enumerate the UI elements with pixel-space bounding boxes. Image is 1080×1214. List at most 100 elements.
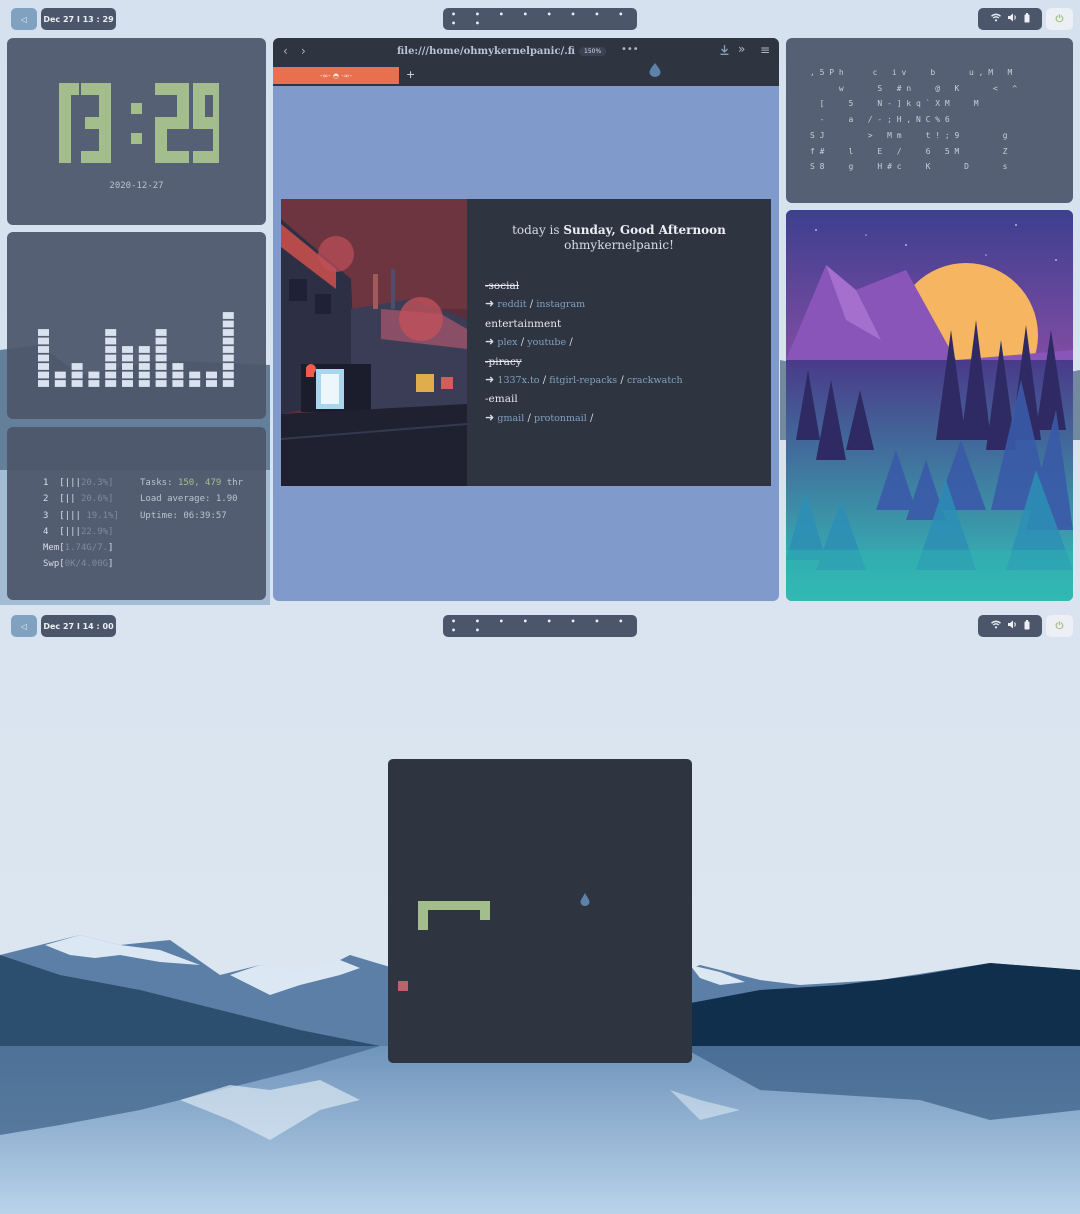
visualizer-bar (138, 346, 150, 387)
visualizer-bar (38, 329, 49, 387)
link-row: ➜ 1337x.to / fitgirl-repacks / crackwatc… (485, 373, 683, 387)
visualizer-bar (122, 346, 133, 387)
menu-icon[interactable]: ≡ (760, 44, 770, 56)
snake-board (398, 893, 590, 991)
matrix-rain-widget: , 5 P h c i v b u , M M w S # n @ K < ^ … (786, 38, 1073, 203)
visualizer-bar (54, 371, 66, 387)
tab-title: -∞- ◓ -∞- (319, 71, 353, 80)
greeting-user: ohmykernelpanic! (564, 238, 674, 252)
visualizer-bars (38, 312, 234, 387)
power-icon: ⏻ (1055, 13, 1064, 25)
download-icon[interactable] (720, 45, 729, 57)
workspace-indicator[interactable]: • • • • • • • • • • (443, 615, 637, 637)
cpu4-pct: 22.9%] (80, 526, 114, 537)
startpage-card: today is Sunday, Good Afternoon ohmykern… (281, 199, 771, 486)
date-time[interactable]: Dec 27 Ι 14 : 00 (41, 615, 116, 637)
launcher-button[interactable]: ◁ (11, 8, 37, 30)
uptime-label: Uptime: (140, 510, 178, 521)
htop-widget: 1 [|||20.3%] 2 [|| 20.6%] 3 [||| 19.1%] … (7, 427, 266, 600)
arrow-icon: ➜ (485, 410, 495, 424)
visualizer-bar (88, 371, 100, 387)
link-crackwatch[interactable]: crackwatch (627, 375, 683, 386)
overflow-icon[interactable]: » (738, 43, 745, 55)
url-bar[interactable]: file:///home/ohmykernelpanic/.firef (397, 46, 575, 57)
cpu2-num: 2 (43, 494, 49, 505)
cpu3-bar: [||| (59, 510, 81, 521)
bookmark-list: -social ➜ reddit / instagram entertainme… (485, 277, 683, 428)
tab-strip: -∞- ◓ -∞- + (273, 63, 779, 86)
arrow-icon: ➜ (485, 373, 495, 387)
wifi-icon[interactable] (990, 13, 1001, 25)
launcher-button[interactable]: ◁ (11, 615, 37, 637)
cpu2-bar: [|| (59, 494, 76, 505)
back-icon[interactable]: ‹ (283, 45, 288, 57)
link-reddit[interactable]: reddit (497, 299, 526, 310)
load-value: 1.90 (215, 494, 238, 505)
link-protonmail[interactable]: protonmail (534, 413, 587, 424)
link-youtube[interactable]: youtube (527, 337, 566, 348)
htop-meters: 1 [|||20.3%] 2 [|| 20.6%] 3 [||| 19.1%] … (43, 475, 119, 573)
threads-value: 479 (205, 478, 222, 488)
mem-label: Mem[ (43, 543, 65, 554)
forward-icon[interactable]: › (301, 45, 306, 57)
uptime-value: 06:39:57 (183, 510, 227, 521)
arrow-icon: ➜ (485, 297, 495, 311)
wifi-icon[interactable] (990, 620, 1001, 632)
workspace-indicator[interactable]: • • • • • • • • • • (443, 8, 637, 30)
browser-tab[interactable]: -∞- ◓ -∞- (273, 67, 399, 84)
mem-value: 1.74G/7. (64, 543, 109, 554)
date-time[interactable]: Dec 27 Ι 13 : 29 (41, 8, 116, 30)
system-tray[interactable] (978, 8, 1042, 30)
battery-icon[interactable] (1024, 12, 1030, 26)
link-row: ➜ reddit / instagram (485, 297, 586, 311)
browser-window: ‹ › file:///home/ohmykernelpanic/.firef … (273, 38, 779, 601)
swp-label: Swp[ (43, 559, 65, 570)
matrix-row: - a / - ; H , N C % 6 (810, 115, 950, 125)
workspace-dots: • • • • • • • • • • (451, 617, 632, 635)
greeting: today is Sunday, Good Afternoon ohmykern… (467, 223, 771, 253)
threads-label: thr (226, 478, 243, 488)
clock-digits (59, 83, 219, 163)
power-button[interactable]: ⏻ (1046, 615, 1073, 637)
matrix-row: S J > M m t ! ; 9 g (810, 130, 1008, 140)
clock-date: 2020-12-27 (109, 181, 164, 191)
system-tray[interactable] (978, 615, 1042, 637)
link-1337x[interactable]: 1337x.to (497, 375, 539, 386)
visualizer-bar (222, 312, 234, 387)
cpu4-bar: [||| (59, 526, 81, 537)
snake-game-window[interactable] (388, 759, 692, 1063)
visualizer-bar (189, 371, 201, 387)
category-title: -social (485, 280, 520, 292)
cursor-drop-icon (580, 893, 590, 906)
mem-end: ] (108, 543, 114, 554)
date-time-label: Dec 27 Ι 13 : 29 (43, 14, 114, 24)
sunset-forest-image (786, 210, 1073, 601)
date-time-label: Dec 27 Ι 14 : 00 (43, 621, 114, 631)
greeting-day: Sunday, Good Afternoon (563, 223, 726, 237)
category-title: entertainment (485, 317, 562, 330)
visualizer-bar (71, 363, 83, 387)
battery-icon[interactable] (1024, 619, 1030, 633)
launcher-icon: ◁ (20, 14, 28, 24)
zoom-level[interactable]: 150% (579, 47, 607, 56)
tasks-value: 150, (177, 478, 200, 488)
category-title: -email (485, 393, 518, 406)
new-tab-button[interactable]: + (406, 69, 415, 81)
category-title: -piracy (485, 355, 522, 368)
landscape-art (786, 210, 1073, 601)
cpu3-pct: 19.1%] (80, 510, 119, 521)
visualizer-bar (155, 329, 167, 387)
power-button[interactable]: ⏻ (1046, 8, 1073, 30)
food-block (398, 981, 408, 991)
matrix-row: w S # n @ K < ^ (810, 83, 1018, 93)
cpu2-pct: 20.6%] (75, 494, 114, 505)
link-instagram[interactable]: instagram (536, 299, 585, 310)
more-icon[interactable]: ••• (621, 44, 639, 56)
volume-icon[interactable] (1007, 13, 1017, 25)
launcher-icon: ◁ (20, 621, 28, 631)
volume-icon[interactable] (1007, 620, 1017, 632)
audio-visualizer (7, 232, 266, 419)
link-gmail[interactable]: gmail (497, 413, 524, 424)
link-fitgirl[interactable]: fitgirl-repacks (549, 375, 617, 386)
link-plex[interactable]: plex (497, 337, 517, 348)
